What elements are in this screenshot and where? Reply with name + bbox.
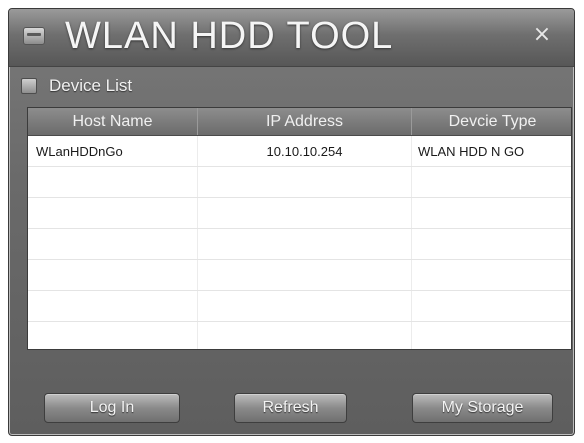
cell-host-name bbox=[28, 229, 198, 259]
table-header: Host Name IP Address Devcie Type bbox=[28, 108, 571, 136]
cell-host-name bbox=[28, 322, 198, 349]
device-list-header: Device List bbox=[21, 73, 132, 99]
cell-device-type bbox=[412, 229, 571, 259]
table-row[interactable] bbox=[28, 291, 571, 322]
cell-host-name bbox=[28, 167, 198, 197]
column-header-device-type[interactable]: Devcie Type bbox=[412, 108, 571, 135]
cell-host-name: WLanHDDnGo bbox=[28, 136, 198, 166]
cell-device-type bbox=[412, 291, 571, 321]
column-header-host-name[interactable]: Host Name bbox=[28, 108, 198, 135]
close-icon[interactable]: × bbox=[530, 23, 554, 47]
cell-host-name bbox=[28, 198, 198, 228]
table-row[interactable] bbox=[28, 260, 571, 291]
log-in-button[interactable]: Log In bbox=[44, 393, 180, 423]
cell-ip-address bbox=[198, 198, 412, 228]
cell-host-name bbox=[28, 291, 198, 321]
window-title: WLAN HDD TOOL bbox=[65, 15, 394, 57]
device-list-label: Device List bbox=[49, 76, 133, 95]
table-row[interactable] bbox=[28, 167, 571, 198]
table-row[interactable] bbox=[28, 229, 571, 260]
list-icon bbox=[21, 78, 37, 94]
cell-device-type bbox=[412, 260, 571, 290]
table-row[interactable] bbox=[28, 198, 571, 229]
table-row[interactable] bbox=[28, 322, 571, 349]
cell-device-type bbox=[412, 167, 571, 197]
cell-ip-address bbox=[198, 260, 412, 290]
column-header-ip-address[interactable]: IP Address bbox=[198, 108, 412, 135]
my-storage-button[interactable]: My Storage bbox=[412, 393, 553, 423]
cell-device-type bbox=[412, 198, 571, 228]
title-bar[interactable]: WLAN HDD TOOL × bbox=[9, 9, 574, 67]
cell-device-type: WLAN HDD N GO bbox=[418, 143, 525, 159]
table-row[interactable]: WLanHDDnGo 10.10.10.254 WLAN HDD N GO bbox=[28, 136, 571, 167]
cell-device-type bbox=[412, 322, 571, 349]
cell-ip-address bbox=[198, 167, 412, 197]
app-window: WLAN HDD TOOL × Device List Host Name IP… bbox=[8, 8, 575, 436]
refresh-button[interactable]: Refresh bbox=[234, 393, 347, 423]
cell-ip-address: 10.10.10.254 bbox=[198, 136, 412, 166]
cell-host-name bbox=[28, 260, 198, 290]
device-table[interactable]: Host Name IP Address Devcie Type WLanHDD… bbox=[27, 107, 572, 350]
cell-ip-address bbox=[198, 322, 412, 349]
cell-ip-address bbox=[198, 229, 412, 259]
cell-ip-address bbox=[198, 291, 412, 321]
hdd-icon bbox=[23, 27, 45, 45]
